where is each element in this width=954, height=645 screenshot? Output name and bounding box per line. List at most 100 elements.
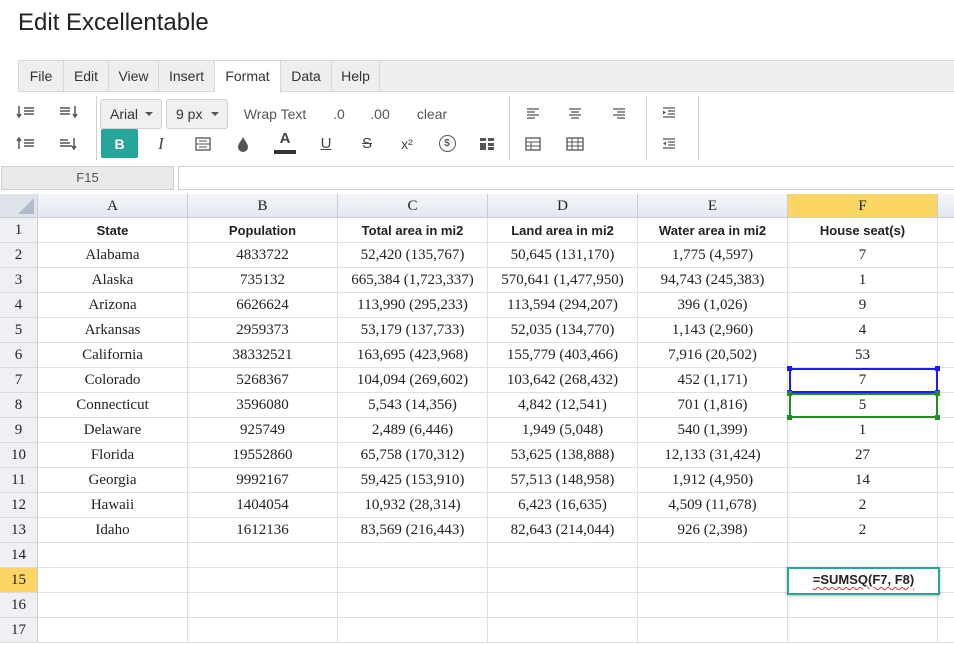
cell-d8[interactable]: 4,842 (12,541) [488, 393, 638, 418]
superscript-button[interactable]: x² [394, 129, 420, 158]
cell-c7[interactable]: 104,094 (269,602) [338, 368, 488, 393]
cell-e8[interactable]: 701 (1,816) [638, 393, 788, 418]
cell-a4[interactable]: Arizona [38, 293, 188, 318]
cell-e6[interactable]: 7,916 (20,502) [638, 343, 788, 368]
cell-reference-box[interactable]: F15 [1, 166, 174, 190]
cell-c2[interactable]: 52,420 (135,767) [338, 243, 488, 268]
row-header-13[interactable]: 13 [0, 518, 38, 543]
menu-file[interactable]: File [19, 61, 64, 91]
cell-d2[interactable]: 50,645 (131,170) [488, 243, 638, 268]
cell-d10[interactable]: 53,625 (138,888) [488, 443, 638, 468]
cell-e4[interactable]: 396 (1,026) [638, 293, 788, 318]
row-header-9[interactable]: 9 [0, 418, 38, 443]
align-center-icon[interactable] [562, 99, 588, 127]
increase-indent-icon[interactable] [656, 99, 682, 127]
cell-partial[interactable] [938, 368, 954, 393]
cell-a13[interactable]: Idaho [38, 518, 188, 543]
cell-d14[interactable] [488, 543, 638, 568]
cell-partial[interactable] [938, 443, 954, 468]
cell-d9[interactable]: 1,949 (5,048) [488, 418, 638, 443]
cell-d17[interactable] [488, 618, 638, 643]
column-header-c[interactable]: C [338, 194, 488, 218]
decrease-indent-icon[interactable] [656, 129, 682, 158]
decrease-decimal-button[interactable]: .0 [326, 99, 352, 129]
font-size-select[interactable]: 9 px [166, 99, 228, 129]
cell-f1[interactable]: House seat(s) [788, 218, 938, 243]
cell-d12[interactable]: 6,423 (16,635) [488, 493, 638, 518]
select-all-corner[interactable] [0, 194, 38, 218]
cell-partial[interactable] [938, 218, 954, 243]
row-header-7[interactable]: 7 [0, 368, 38, 393]
resize-handle[interactable] [787, 415, 792, 420]
row-header-16[interactable]: 16 [0, 593, 38, 618]
cell-d1[interactable]: Land area in mi2 [488, 218, 638, 243]
wrap-text-button[interactable]: Wrap Text [236, 99, 314, 129]
column-header-e[interactable]: E [638, 194, 788, 218]
resize-handle[interactable] [935, 415, 940, 420]
italic-button[interactable]: I [148, 129, 174, 158]
menu-edit[interactable]: Edit [64, 61, 109, 91]
cell-b11[interactable]: 9992167 [188, 468, 338, 493]
cell-b1[interactable]: Population [188, 218, 338, 243]
row-header-2[interactable]: 2 [0, 243, 38, 268]
text-color-button[interactable]: A [272, 127, 298, 158]
cell-e14[interactable] [638, 543, 788, 568]
cell-f6[interactable]: 53 [788, 343, 938, 368]
cell-c9[interactable]: 2,489 (6,446) [338, 418, 488, 443]
resize-handle[interactable] [787, 366, 792, 371]
borders-icon[interactable] [190, 129, 216, 158]
column-header-partial[interactable] [938, 194, 954, 218]
cell-f9[interactable]: 1 [788, 418, 938, 443]
align-left-icon[interactable] [520, 99, 546, 127]
cell-e5[interactable]: 1,143 (2,960) [638, 318, 788, 343]
row-header-15[interactable]: 15 [0, 568, 38, 593]
cell-f2[interactable]: 7 [788, 243, 938, 268]
cell-c14[interactable] [338, 543, 488, 568]
clear-button[interactable]: clear [410, 99, 454, 129]
table-icon[interactable] [520, 129, 546, 158]
cell-partial[interactable] [938, 493, 954, 518]
cell-a2[interactable]: Alabama [38, 243, 188, 268]
cell-f12[interactable]: 2 [788, 493, 938, 518]
cell-b6[interactable]: 38332521 [188, 343, 338, 368]
cell-c12[interactable]: 10,932 (28,314) [338, 493, 488, 518]
row-header-6[interactable]: 6 [0, 343, 38, 368]
cell-a9[interactable]: Delaware [38, 418, 188, 443]
cell-e12[interactable]: 4,509 (11,678) [638, 493, 788, 518]
cell-e16[interactable] [638, 593, 788, 618]
cell-c16[interactable] [338, 593, 488, 618]
cell-a5[interactable]: Arkansas [38, 318, 188, 343]
column-header-b[interactable]: B [188, 194, 338, 218]
menu-view[interactable]: View [109, 61, 159, 91]
cell-c10[interactable]: 65,758 (170,312) [338, 443, 488, 468]
cell-d11[interactable]: 57,513 (148,958) [488, 468, 638, 493]
cell-f10[interactable]: 27 [788, 443, 938, 468]
font-family-select[interactable]: Arial [100, 99, 162, 129]
cell-b12[interactable]: 1404054 [188, 493, 338, 518]
cell-a17[interactable] [38, 618, 188, 643]
cell-partial[interactable] [938, 568, 954, 593]
cell-partial[interactable] [938, 318, 954, 343]
cell-e10[interactable]: 12,133 (31,424) [638, 443, 788, 468]
menu-insert[interactable]: Insert [159, 61, 215, 91]
cell-e17[interactable] [638, 618, 788, 643]
cell-partial[interactable] [938, 468, 954, 493]
cell-partial[interactable] [938, 418, 954, 443]
cell-f8[interactable]: 5 [788, 393, 938, 418]
column-header-f[interactable]: F [788, 194, 938, 218]
resize-handle[interactable] [935, 366, 940, 371]
outdent-right-icon[interactable] [54, 129, 82, 157]
cell-f3[interactable]: 1 [788, 268, 938, 293]
cell-a10[interactable]: Florida [38, 443, 188, 468]
resize-handle[interactable] [787, 391, 792, 396]
row-header-11[interactable]: 11 [0, 468, 38, 493]
indent-right-icon[interactable] [54, 98, 82, 126]
cell-b13[interactable]: 1612136 [188, 518, 338, 543]
cell-partial[interactable] [938, 343, 954, 368]
cell-a14[interactable] [38, 543, 188, 568]
cell-c5[interactable]: 53,179 (137,733) [338, 318, 488, 343]
cell-b15[interactable] [188, 568, 338, 593]
cell-c13[interactable]: 83,569 (216,443) [338, 518, 488, 543]
cell-a1[interactable]: State [38, 218, 188, 243]
cell-a11[interactable]: Georgia [38, 468, 188, 493]
